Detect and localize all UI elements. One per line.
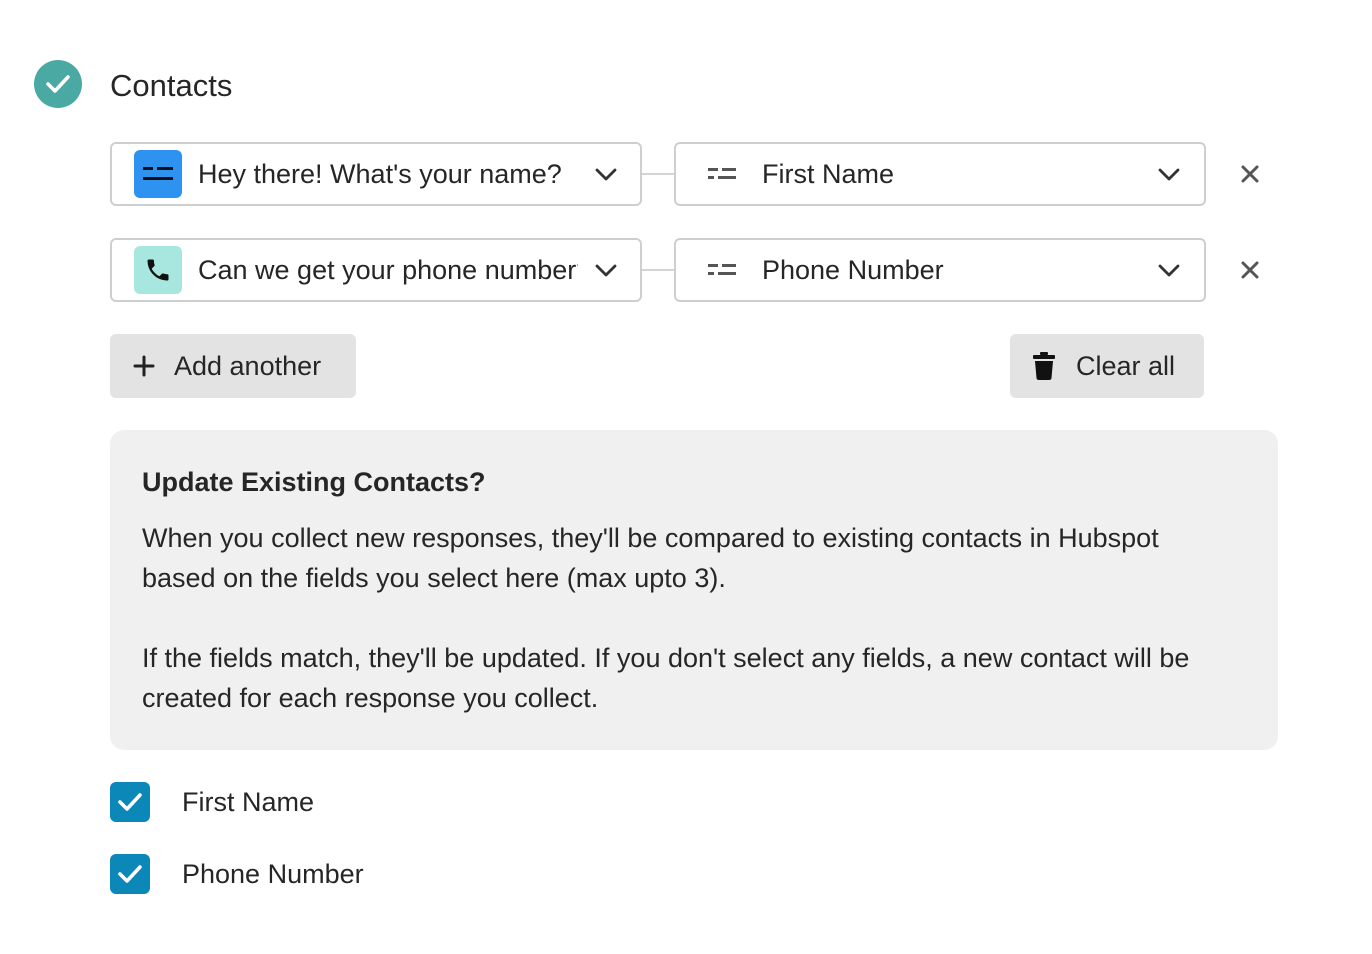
question-select-value: Hey there! What's your name? — [198, 159, 562, 189]
clear-all-label: Clear all — [1076, 350, 1176, 381]
info-title: Update Existing Contacts? — [142, 467, 486, 497]
match-field-label: First Name — [182, 786, 315, 817]
chevron-down-icon — [1158, 264, 1180, 277]
field-text-icon — [708, 168, 736, 179]
match-field-label: Phone Number — [182, 858, 364, 889]
field-text-icon — [708, 264, 736, 275]
question-select[interactable]: Hey there! What's your name? — [110, 142, 642, 206]
contact-field-value: First Name — [762, 159, 895, 189]
section-title: Contacts — [110, 68, 233, 103]
contact-field-value: Phone Number — [762, 255, 944, 285]
match-field-option[interactable]: Phone Number — [110, 854, 364, 894]
chevron-down-icon — [595, 264, 617, 277]
contacts-mapping-panel: Contacts Hey there! What's your name? Fi… — [0, 0, 1372, 954]
update-existing-info: Update Existing Contacts? When you colle… — [110, 430, 1278, 750]
mapping-row: Can we get your phone number? Phone Numb… — [110, 238, 1270, 302]
add-another-button[interactable]: Add another — [110, 334, 356, 398]
question-select-value: Can we get your phone number? — [198, 255, 578, 285]
contact-field-select[interactable]: First Name — [674, 142, 1206, 206]
checkbox-checked[interactable] — [110, 782, 150, 822]
check-icon — [118, 865, 142, 883]
mapping-row: Hey there! What's your name? First Name — [110, 142, 1270, 206]
check-icon — [118, 793, 142, 811]
info-paragraph: When you collect new responses, they'll … — [142, 523, 1159, 593]
close-icon[interactable] — [1238, 162, 1262, 186]
trash-icon — [1033, 352, 1055, 380]
close-icon[interactable] — [1238, 258, 1262, 282]
phone-icon — [134, 246, 182, 294]
contact-field-select[interactable]: Phone Number — [674, 238, 1206, 302]
chevron-down-icon — [1158, 168, 1180, 181]
question-select[interactable]: Can we get your phone number? — [110, 238, 642, 302]
match-field-option[interactable]: First Name — [110, 782, 314, 822]
short-text-icon — [134, 150, 182, 198]
check-circle-icon — [34, 60, 82, 108]
checkbox-checked[interactable] — [110, 854, 150, 894]
mapping-connector — [642, 269, 674, 271]
clear-all-button[interactable]: Clear all — [1010, 334, 1204, 398]
info-paragraph: If the fields match, they'll be updated.… — [142, 643, 1190, 713]
add-another-label: Add another — [174, 350, 322, 381]
mapping-connector — [642, 173, 674, 175]
plus-icon — [133, 355, 155, 377]
chevron-down-icon — [595, 168, 617, 181]
